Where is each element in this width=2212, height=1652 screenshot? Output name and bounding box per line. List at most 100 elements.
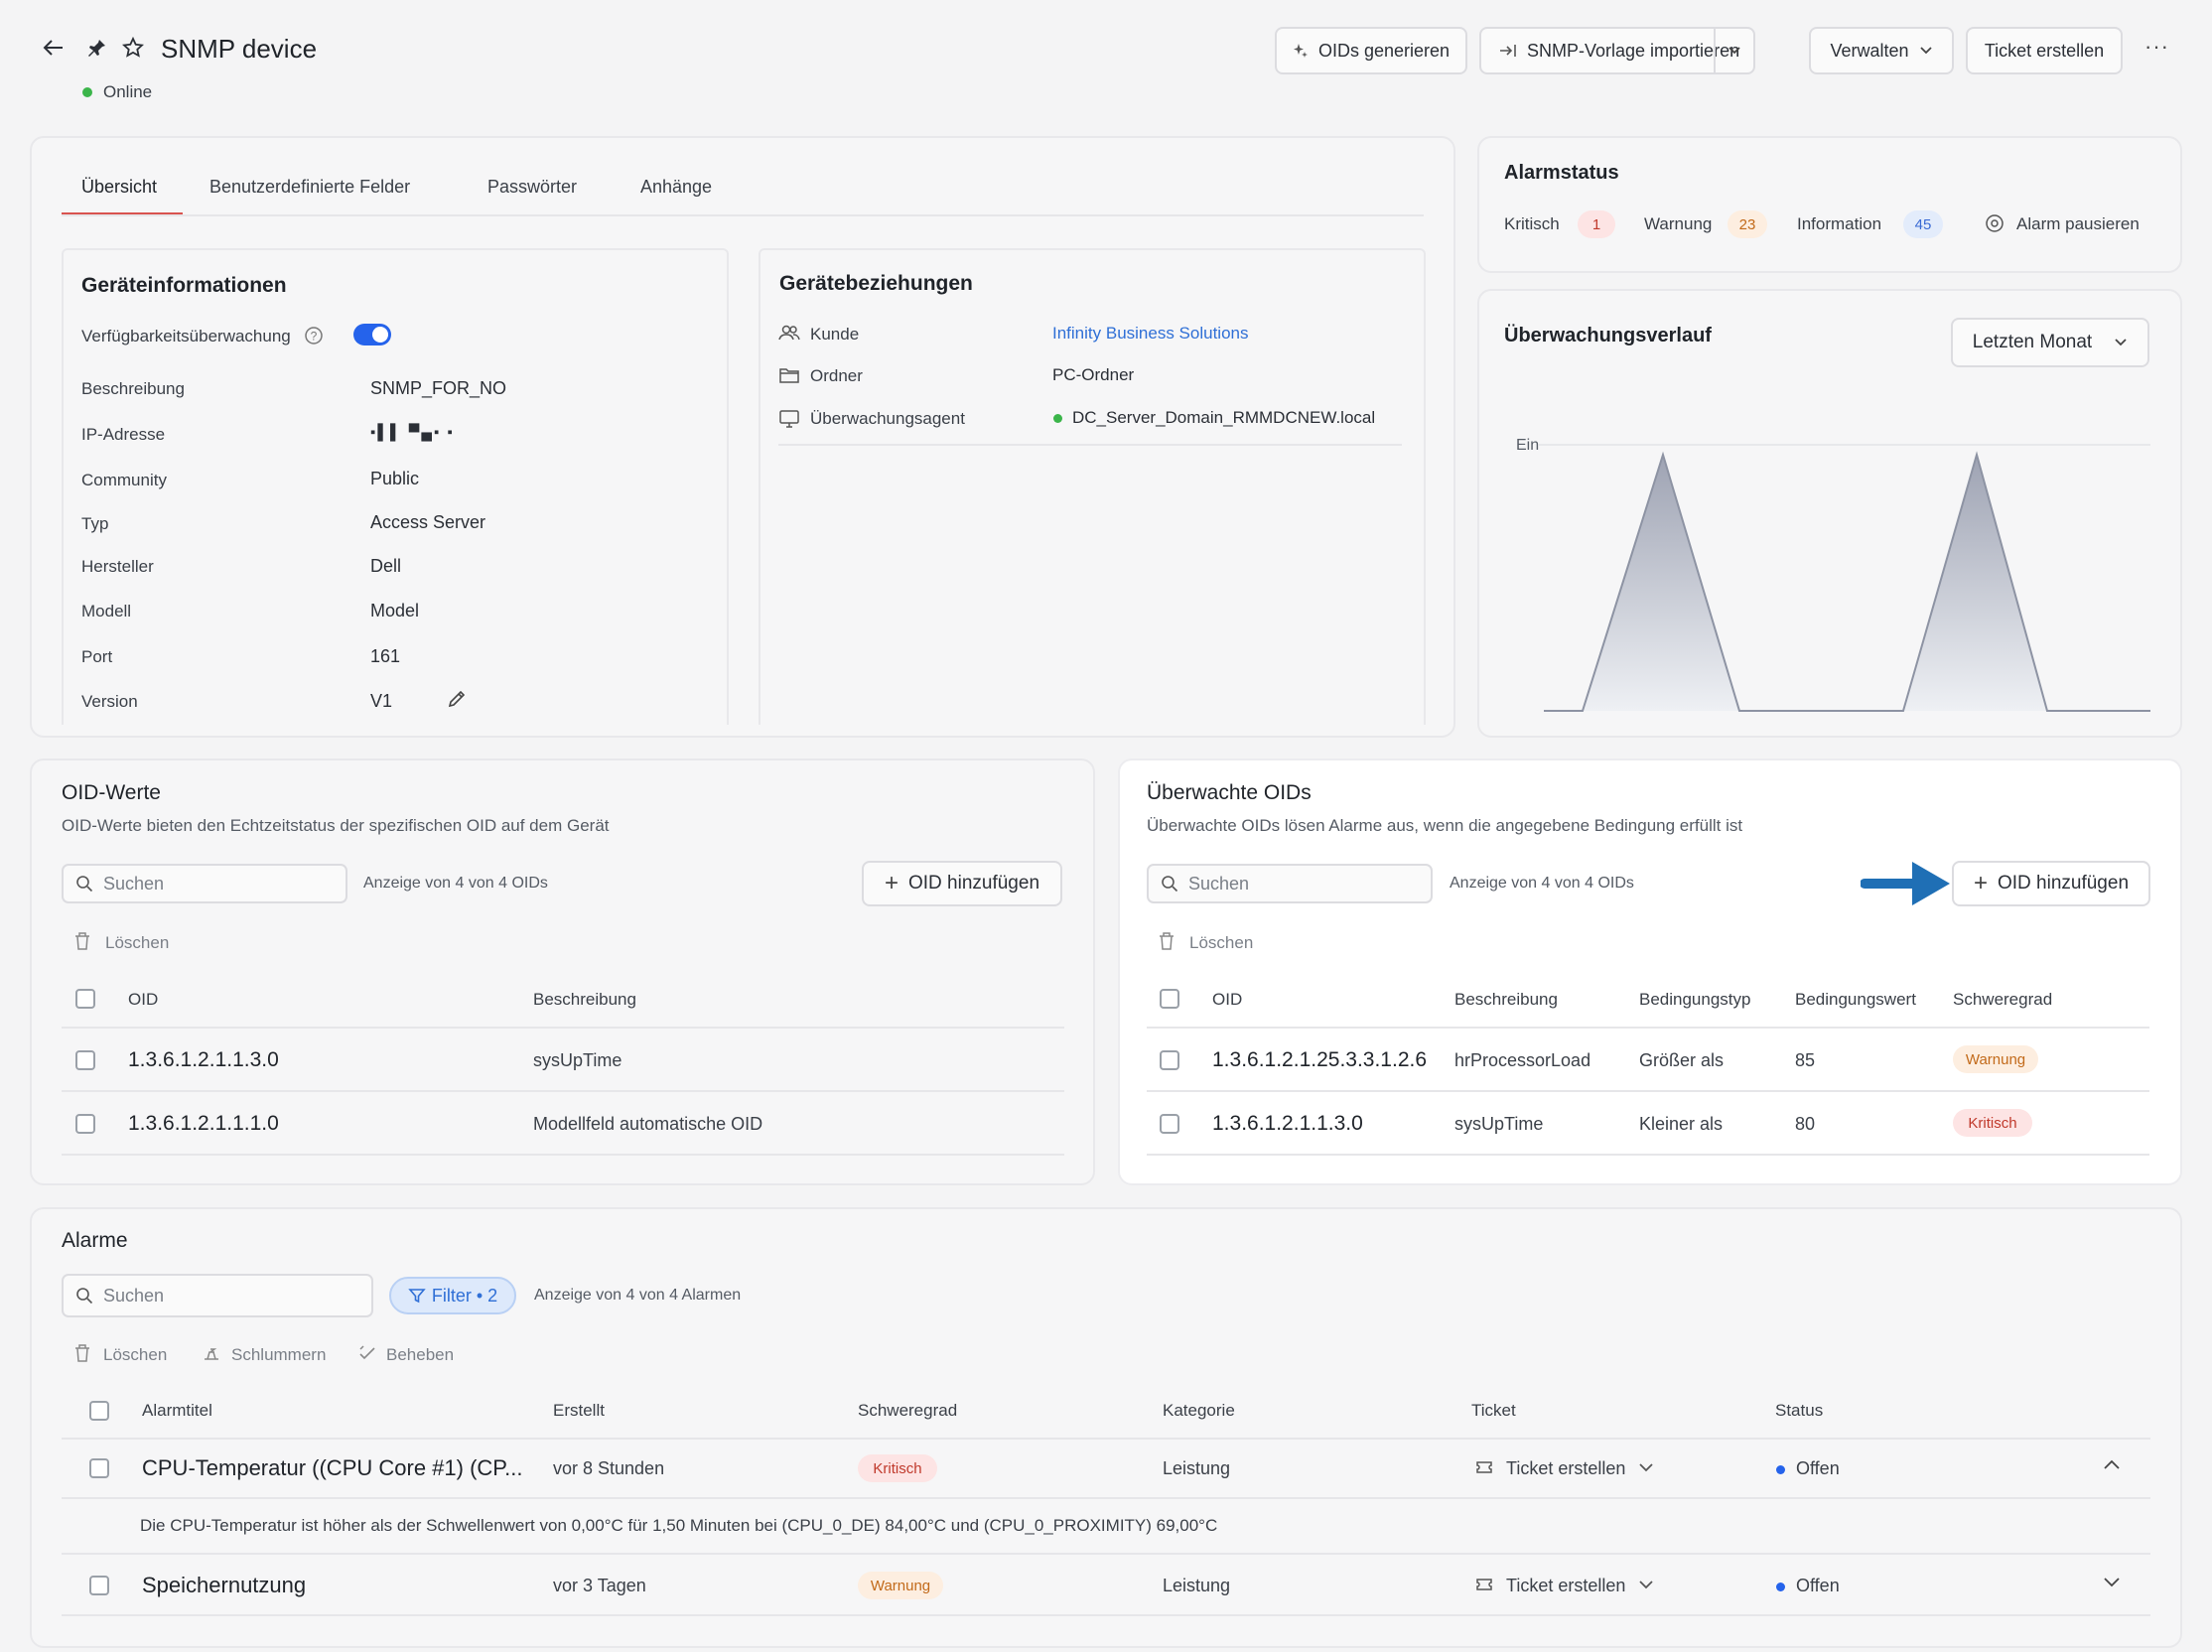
alarms-title: Alarme xyxy=(62,1229,128,1252)
info-label: Port xyxy=(81,647,113,666)
alarms-resolve-button[interactable]: Beheben xyxy=(386,1345,454,1365)
users-icon xyxy=(778,324,800,342)
column-header-condition-value: Bedingungswert xyxy=(1795,990,1916,1009)
relation-label: Kunde xyxy=(810,325,860,344)
import-dropdown-chevron-icon[interactable] xyxy=(1714,27,1753,74)
star-icon[interactable] xyxy=(121,36,145,60)
availability-toggle[interactable] xyxy=(353,324,391,345)
edit-pencil-icon[interactable] xyxy=(447,689,467,709)
generate-oids-button[interactable]: OIDs generieren xyxy=(1275,27,1467,74)
watched-oids-delete-button[interactable]: Löschen xyxy=(1189,933,1253,953)
table-divider xyxy=(1147,1090,2149,1092)
plus-icon: + xyxy=(884,870,899,896)
chevron-down-icon xyxy=(1919,46,1933,56)
oid-values-search-input[interactable]: Suchen xyxy=(62,864,347,903)
alarm-title[interactable]: Speichernutzung xyxy=(142,1573,306,1598)
severity-badge-critical: Kritisch xyxy=(1953,1109,2032,1137)
chevron-down-icon[interactable] xyxy=(2103,1577,2121,1588)
relations-title: Gerätebeziehungen xyxy=(779,272,973,295)
online-dot-icon xyxy=(82,87,92,97)
resolve-icon xyxy=(357,1343,377,1363)
agent-online-dot-icon xyxy=(1053,414,1062,423)
ticket-icon xyxy=(1474,1457,1494,1477)
info-label: Information xyxy=(1797,214,1882,233)
filter-button[interactable]: Filter • 2 xyxy=(389,1277,516,1314)
table-row-oid: 1.3.6.1.2.1.1.3.0 xyxy=(1212,1112,1363,1135)
pin-icon[interactable] xyxy=(85,36,109,60)
info-value: Public xyxy=(370,469,420,488)
highlight-arrow-icon xyxy=(1861,862,1950,905)
history-range-select[interactable]: Letzten Monat xyxy=(1951,318,2149,367)
info-count-badge: 45 xyxy=(1903,210,1943,238)
row-checkbox[interactable] xyxy=(1160,1050,1179,1070)
table-row-condition-value: 80 xyxy=(1795,1114,1816,1134)
customer-link[interactable]: Infinity Business Solutions xyxy=(1052,324,1249,344)
svg-text:?: ? xyxy=(311,330,318,344)
create-ticket-button[interactable]: Ticket erstellen xyxy=(1966,27,2123,74)
alarm-title[interactable]: CPU-Temperatur ((CPU Core #1) (CP... xyxy=(142,1455,522,1481)
watched-oids-subtitle: Überwachte OIDs lösen Alarme aus, wenn d… xyxy=(1147,816,1743,835)
oid-values-delete-button[interactable]: Löschen xyxy=(105,933,169,953)
alarm-status: Offen xyxy=(1796,1458,1840,1478)
select-all-checkbox[interactable] xyxy=(75,989,95,1009)
alarm-status: Offen xyxy=(1796,1576,1840,1595)
watched-oids-search-input[interactable]: Suchen xyxy=(1147,864,1433,903)
manage-button[interactable]: Verwalten xyxy=(1809,27,1954,74)
info-value: 161 xyxy=(370,646,401,666)
row-checkbox[interactable] xyxy=(75,1114,95,1134)
plus-icon: + xyxy=(1973,870,1988,896)
table-row-condition-type: Größer als xyxy=(1639,1050,1725,1070)
watched-oids-title: Überwachte OIDs xyxy=(1147,781,1312,804)
select-all-checkbox[interactable] xyxy=(1160,989,1179,1009)
pause-alarm-button[interactable]: Alarm pausieren xyxy=(2016,214,2140,234)
alarms-snooze-button[interactable]: Schlummern xyxy=(231,1345,326,1365)
row-checkbox[interactable] xyxy=(89,1576,109,1595)
table-divider xyxy=(62,1553,2150,1555)
table-row-condition-type: Kleiner als xyxy=(1639,1114,1724,1134)
import-template-button[interactable]: SNMP-Vorlage importieren xyxy=(1479,27,1755,74)
help-icon[interactable]: ? xyxy=(304,326,324,345)
alarm-detail-text: Die CPU-Temperatur ist höher als der Sch… xyxy=(140,1516,1218,1535)
sparkle-icon xyxy=(1293,43,1309,59)
pause-icon[interactable] xyxy=(1985,213,2005,233)
back-arrow-icon[interactable] xyxy=(42,36,66,60)
column-header-oid: OID xyxy=(1212,990,1243,1009)
alarm-create-ticket-link[interactable]: Ticket erstellen xyxy=(1506,1576,1625,1596)
trash-icon xyxy=(73,931,91,951)
oid-values-add-button[interactable]: + OID hinzufügen xyxy=(862,861,1062,906)
tabs-divider xyxy=(62,214,1424,216)
select-all-checkbox[interactable] xyxy=(89,1401,109,1421)
import-icon xyxy=(1499,43,1517,59)
status-open-dot-icon xyxy=(1776,1465,1785,1474)
tab-overview[interactable]: Übersicht xyxy=(81,177,157,198)
more-options-icon[interactable]: ··· xyxy=(2144,34,2169,60)
search-icon xyxy=(1161,875,1178,893)
table-divider xyxy=(1147,1154,2149,1156)
folder-icon xyxy=(778,366,800,384)
alarms-search-input[interactable]: Suchen xyxy=(62,1274,373,1317)
info-label: Typ xyxy=(81,514,109,533)
info-value: SNMP_FOR_NO xyxy=(370,378,507,398)
chevron-up-icon[interactable] xyxy=(2103,1458,2121,1470)
row-checkbox[interactable] xyxy=(75,1050,95,1070)
row-checkbox[interactable] xyxy=(89,1458,109,1478)
table-row-description: sysUpTime xyxy=(1454,1114,1544,1134)
tab-attachments[interactable]: Anhänge xyxy=(640,177,712,198)
tab-passwords[interactable]: Passwörter xyxy=(487,177,577,198)
alarms-delete-button[interactable]: Löschen xyxy=(103,1345,167,1365)
history-title: Überwachungsverlauf xyxy=(1504,325,1712,346)
chevron-down-icon[interactable] xyxy=(1638,1579,1654,1590)
row-checkbox[interactable] xyxy=(1160,1114,1179,1134)
warning-count-badge: 23 xyxy=(1728,210,1767,238)
chevron-down-icon[interactable] xyxy=(1638,1461,1654,1473)
agent-value: DC_Server_Domain_RMMDCNEW.local xyxy=(1072,408,1376,427)
alarm-status-title: Alarmstatus xyxy=(1504,162,1619,184)
critical-count-badge: 1 xyxy=(1578,210,1615,238)
severity-badge-warning: Warnung xyxy=(858,1572,943,1599)
tab-custom-fields[interactable]: Benutzerdefinierte Felder xyxy=(209,177,410,198)
filter-icon xyxy=(408,1287,426,1305)
alarm-create-ticket-link[interactable]: Ticket erstellen xyxy=(1506,1458,1625,1479)
table-row-description: sysUpTime xyxy=(533,1050,622,1070)
watched-oids-add-button[interactable]: + OID hinzufügen xyxy=(1952,861,2150,906)
alarm-category: Leistung xyxy=(1163,1458,1231,1478)
